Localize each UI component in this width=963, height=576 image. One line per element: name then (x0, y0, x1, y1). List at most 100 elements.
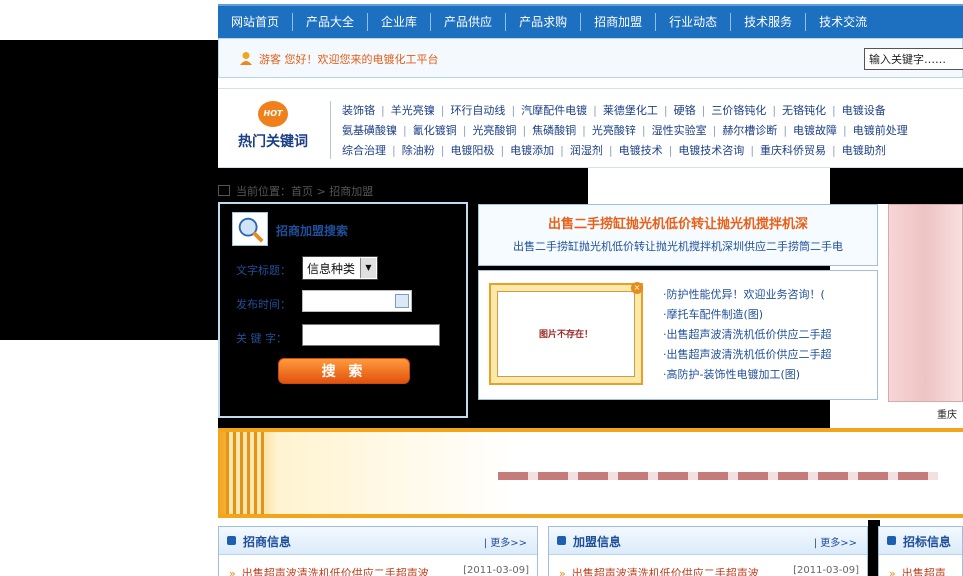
keyword-link[interactable]: 电镀技术 (619, 144, 663, 157)
headline-subtitle[interactable]: 出售二手捞缸抛光机低价转让抛光机搅拌机深圳供应二手捞筒二手电 (479, 238, 877, 254)
keyword-link[interactable]: 电镀阳极 (450, 144, 494, 157)
keyword-separator: | (511, 104, 516, 117)
keyword-link[interactable]: 光亮酸铜 (472, 124, 516, 137)
greeting-text: 游客 您好！欢迎您来的电镀化工平台 (259, 53, 439, 66)
product-image-frame[interactable]: 图片不存在！ × (489, 282, 643, 385)
keyword-link[interactable]: 环行自动线 (450, 104, 505, 117)
keyword-link[interactable]: 电镀添加 (510, 144, 554, 157)
more-link[interactable]: | 更多>> (484, 534, 527, 549)
more-link[interactable]: | 更多>> (814, 534, 857, 549)
keyword-link[interactable]: 羊光亮镍 (391, 104, 435, 117)
dropdown-arrow-icon[interactable]: ▼ (360, 258, 376, 278)
keyword-link[interactable]: 光亮酸锌 (592, 124, 636, 137)
keyword-separator: | (701, 104, 706, 117)
promo-list-item[interactable]: ·摩托车配件制造(图) (663, 305, 832, 325)
keyword-link[interactable]: 无铬钝化 (782, 104, 826, 117)
item-date: [2011-03-09] (793, 565, 859, 576)
search-panel-title: 招商加盟搜索 (276, 224, 349, 238)
nav-tech-exchange[interactable]: 技术交流 (806, 5, 880, 39)
promo-list: ·防护性能优异！欢迎业务咨询！( ·摩托车配件制造(图) ·出售超声波清洗机低价… (663, 285, 832, 385)
panel-header: 加盟信息 | 更多>> (549, 527, 867, 555)
panel-title: 招商信息 (243, 535, 292, 549)
list-item: » 出售超声波清洗机低价供应二手超声波 [2011-03-09] (229, 565, 529, 576)
promo-list-item[interactable]: ·高防护-装饰性电镀加工(图) (663, 365, 832, 385)
nav-supply[interactable]: 产品供应 (431, 5, 505, 39)
nav-purchase[interactable]: 产品求购 (506, 5, 580, 39)
ad-banner[interactable] (218, 428, 963, 518)
keyword-separator: | (381, 104, 385, 117)
headline-title[interactable]: 出售二手捞缸抛光机低价转让抛光机搅拌机深 (479, 213, 877, 232)
keyword-separator: | (560, 144, 564, 157)
keyword-separator: | (832, 144, 836, 157)
franchise-search-panel: 招商加盟搜索 文字标题： 信息种类 ▼ 发布时间： 关 键 字： 搜 索 (218, 202, 468, 418)
keyword-link[interactable]: 综合治理 (342, 144, 386, 157)
category-select-value: 信息种类 (307, 262, 356, 276)
bullet-icon (887, 536, 896, 545)
keyword-link[interactable]: 汽摩配件电镀 (521, 104, 587, 117)
keyword-separator: | (392, 144, 396, 157)
nav-franchise[interactable]: 招商加盟 (581, 5, 655, 39)
keyword-link[interactable]: 电镀前处理 (853, 124, 908, 137)
keyword-link[interactable]: 除油粉 (402, 144, 435, 157)
keyword-link[interactable]: 硬铬 (674, 104, 696, 117)
keyword-separator: | (462, 124, 467, 137)
keyword-separator: | (440, 104, 445, 117)
keyword-link[interactable]: 氰化镀铜 (413, 124, 457, 137)
item-link[interactable]: 出售超声波清洗机低价供应二手超声波 (242, 567, 429, 576)
keyword-separator: | (668, 144, 673, 157)
keyword-link[interactable]: 电镀故障 (793, 124, 837, 137)
keyword-separator: | (522, 124, 527, 137)
category-select[interactable]: 信息种类 ▼ (302, 256, 378, 280)
item-link[interactable]: 出售超声 (902, 567, 946, 576)
date-input[interactable] (302, 290, 412, 312)
nav-home[interactable]: 网站首页 (218, 5, 292, 39)
list-item: » 出售超声波清洗机低价供应二手超声波 [2011-03-09] (559, 565, 859, 576)
nav-tech-service[interactable]: 技术服务 (731, 5, 805, 39)
close-icon[interactable]: × (631, 282, 643, 294)
keyword-separator: | (712, 124, 717, 137)
keyword-link[interactable]: 湿性实验室 (652, 124, 707, 137)
keyword-separator: | (783, 124, 788, 137)
keyword-separator: | (772, 104, 777, 117)
promo-list-item[interactable]: ·出售超声波清洗机低价供应二手超 (663, 325, 832, 345)
keyword-search-input[interactable] (864, 48, 963, 70)
black-mask-left (0, 40, 218, 340)
breadcrumb-text: 当前位置：首页 > 招商加盟 (236, 185, 374, 198)
greeting-bar: 游客 您好！欢迎您来的电镀化工平台 (218, 38, 963, 78)
home-icon (218, 185, 230, 196)
promo-list-item[interactable]: ·防护性能优异！欢迎业务咨询！( (663, 285, 832, 305)
keyword-separator: | (663, 104, 668, 117)
keyword-link[interactable]: 电镀助剂 (842, 144, 886, 157)
panel-title: 招标信息 (903, 535, 952, 549)
list-item: » 出售超声 (889, 565, 954, 576)
side-thumbnail-image[interactable] (888, 204, 963, 402)
thumbnail-caption[interactable]: 重庆 (937, 406, 957, 421)
promo-list-item[interactable]: ·出售超声波清洗机低价供应二手超 (663, 345, 832, 365)
panel-header: 招商信息 | 更多>> (219, 527, 537, 555)
keyword-link[interactable]: 焦磷酸铜 (532, 124, 576, 137)
keyword-separator: | (832, 104, 836, 117)
nav-news[interactable]: 行业动态 (656, 5, 730, 39)
nav-products[interactable]: 产品大全 (293, 5, 367, 39)
nav-companies[interactable]: 企业库 (368, 5, 430, 39)
keyword-input[interactable] (302, 324, 440, 346)
keyword-link[interactable]: 电镀技术咨询 (678, 144, 744, 157)
keyword-link[interactable]: 三价铬钝化 (711, 104, 766, 117)
keyword-row: 综合治理 | 除油粉 | 电镀阳极 | 电镀添加 | 润湿剂 | 电镀技术 | 电镀技术咨询 | 重庆科侨贸… (342, 142, 886, 158)
keyword-link[interactable]: 重庆科侨贸易 (760, 144, 826, 157)
keyword-link[interactable]: 氨基磺酸镍 (342, 124, 397, 137)
calendar-icon[interactable] (395, 294, 409, 308)
keyword-separator: | (500, 144, 505, 157)
keyword-link[interactable]: 润湿剂 (570, 144, 603, 157)
top-nav: 网站首页 产品大全 企业库 产品供应 产品求购 招商加盟 行业动态 技术服务 技… (218, 4, 963, 38)
keyword-link[interactable]: 莱德堡化工 (603, 104, 658, 117)
search-button[interactable]: 搜 索 (278, 358, 410, 384)
keyword-link[interactable]: 赫尔槽诊断 (722, 124, 777, 137)
banner-blurred-text (498, 472, 938, 480)
keyword-link[interactable]: 装饰铬 (342, 104, 375, 117)
keyword-link[interactable]: 电镀设备 (842, 104, 886, 117)
keyword-row: 氨基磺酸镍 | 氰化镀铜 | 光亮酸铜 | 焦磷酸铜 | 光亮酸锌 | 湿性实验室 | 赫尔槽诊断 | 电镀… (342, 122, 908, 138)
item-link[interactable]: 出售超声波清洗机低价供应二手超声波 (572, 567, 759, 576)
keyword-separator: | (750, 144, 755, 157)
date-label: 发布时间： (236, 298, 291, 311)
